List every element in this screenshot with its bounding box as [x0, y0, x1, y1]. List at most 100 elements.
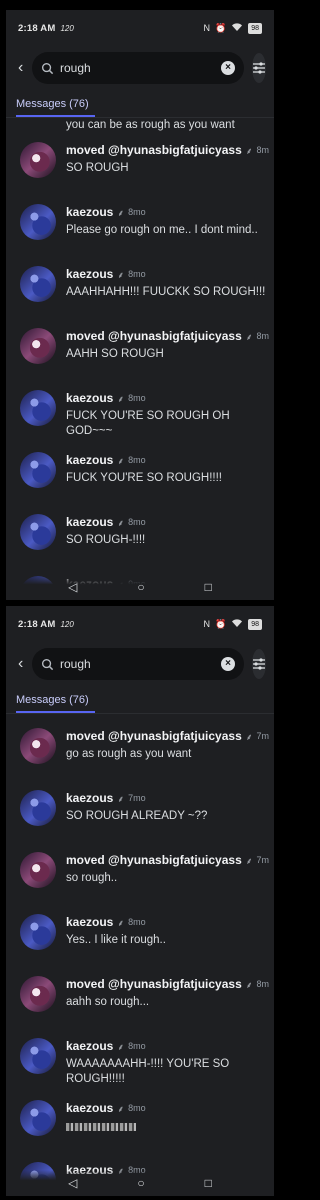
avatar[interactable] — [20, 976, 56, 1012]
avatar[interactable] — [20, 852, 56, 888]
message-timestamp: 8mo — [128, 1041, 146, 1051]
avatar[interactable] — [20, 452, 56, 488]
avatar[interactable] — [20, 790, 56, 826]
message-text: FUCK YOU'RE SO ROUGH OH GOD~~~ — [66, 410, 230, 437]
search-result-message[interactable]: moved @hyunasbigfatjuicyass ⸙ 8m aahh so… — [20, 970, 270, 1032]
search-icon — [41, 62, 54, 74]
user-badge-icon: ⸙ — [117, 455, 125, 466]
avatar[interactable] — [20, 142, 56, 178]
redacted-text — [66, 1123, 136, 1131]
nav-home-icon[interactable]: ○ — [137, 1176, 144, 1190]
back-arrow-icon[interactable]: ‹ — [18, 655, 24, 673]
message-header: moved @hyunasbigfatjuicyass ⸙ 7m — [66, 852, 270, 868]
results-list: moved @hyunasbigfatjuicyass ⸙ 7m go as r… — [6, 714, 274, 1196]
message-text: Please go rough on me.. I dont mind.. — [66, 224, 258, 236]
avatar[interactable] — [20, 1038, 56, 1074]
tab-label: Messages — [16, 98, 67, 110]
search-box[interactable]: × — [32, 648, 244, 680]
user-badge-icon: ⸙ — [117, 917, 125, 928]
message-text: aahh so rough... — [66, 996, 150, 1008]
search-result-message[interactable]: kaezous ⸙ 8mo FUCK YOU'RE SO ROUGH OH GO… — [20, 384, 270, 446]
username[interactable]: kaezous — [66, 1039, 113, 1053]
tab-count: (76) — [69, 98, 89, 110]
username[interactable]: kaezous — [66, 205, 113, 219]
avatar[interactable] — [20, 266, 56, 302]
message-timestamp: 8mo — [128, 917, 146, 927]
message-timestamp: 7mo — [128, 793, 146, 803]
search-result-message[interactable]: moved @hyunasbigfatjuicyass ⸙ 7m so roug… — [20, 846, 270, 908]
screenshot-top: 2:18 AM 120 N ⏰ 98 ‹ × Messa — [6, 10, 274, 600]
search-result-message[interactable]: kaezous ⸙ 7mo SO ROUGH ALREADY ~?? — [20, 784, 270, 846]
tab-messages[interactable]: Messages (76) — [16, 694, 95, 713]
username[interactable]: kaezous — [66, 915, 113, 929]
clear-search-icon[interactable]: × — [221, 657, 235, 671]
username[interactable]: moved @hyunasbigfatjuicyass — [66, 853, 242, 867]
message-text: FUCK YOU'RE SO ROUGH!!!! — [66, 472, 222, 484]
message-header: kaezous ⸙ 8mo — [66, 452, 270, 468]
back-arrow-icon[interactable]: ‹ — [18, 59, 24, 77]
message-body: kaezous ⸙ 8mo FUCK YOU'RE SO ROUGH OH GO… — [66, 390, 270, 446]
nav-home-icon[interactable]: ○ — [137, 580, 144, 594]
search-result-message[interactable]: kaezous ⸙ 8mo AAAHHAHH!!! FUUCKK SO ROUG… — [20, 260, 270, 322]
search-result-message[interactable]: moved @hyunasbigfatjuicyass ⸙ 7m go as r… — [20, 722, 270, 784]
message-body: moved @hyunasbigfatjuicyass ⸙ 8m AAHH SO… — [66, 328, 270, 384]
username[interactable]: kaezous — [66, 515, 113, 529]
avatar[interactable] — [20, 328, 56, 364]
message-body: kaezous ⸙ 8mo Yes.. I like it rough.. — [66, 914, 270, 970]
username[interactable]: kaezous — [66, 791, 113, 805]
avatar[interactable] — [20, 390, 56, 426]
user-badge-icon: ⸙ — [117, 1041, 125, 1052]
clear-search-icon[interactable]: × — [221, 61, 235, 75]
system-nav-bar: ◁ ○ □ — [6, 1170, 274, 1196]
sliders-icon — [253, 62, 265, 74]
filter-button[interactable] — [252, 53, 266, 83]
search-box[interactable]: × — [32, 52, 244, 84]
nav-recents-icon[interactable]: □ — [205, 1176, 212, 1190]
nav-recents-icon[interactable]: □ — [205, 580, 212, 594]
avatar[interactable] — [20, 914, 56, 950]
avatar[interactable] — [20, 728, 56, 764]
status-time: 2:18 AM — [18, 618, 56, 630]
avatar[interactable] — [20, 514, 56, 550]
message-body: kaezous ⸙ 8mo Please go rough on me.. I … — [66, 204, 270, 260]
search-result-message[interactable]: kaezous ⸙ 8mo SO ROUGH-!!!! — [20, 508, 270, 570]
message-text: AAHH SO ROUGH — [66, 348, 164, 360]
avatar[interactable] — [20, 1100, 56, 1136]
search-input[interactable] — [60, 61, 215, 75]
message-header: kaezous ⸙ 8mo — [66, 1100, 270, 1116]
nav-back-icon[interactable]: ◁ — [68, 580, 77, 594]
search-result-message[interactable]: kaezous ⸙ 8mo Please go rough on me.. I … — [20, 198, 270, 260]
tab-messages[interactable]: Messages (76) — [16, 98, 95, 117]
filter-button[interactable] — [252, 649, 266, 679]
partial-message-text: you can be as rough as you want — [66, 119, 235, 131]
message-text: so rough.. — [66, 872, 118, 884]
username[interactable]: kaezous — [66, 391, 113, 405]
nav-back-icon[interactable]: ◁ — [68, 1176, 77, 1190]
search-result-message[interactable]: kaezous ⸙ 8mo Yes.. I like it rough.. — [20, 908, 270, 970]
search-result-message[interactable]: kaezous ⸙ 8mo WAAAAAAAHH-!!!! YOU'RE SO … — [20, 1032, 270, 1094]
username[interactable]: moved @hyunasbigfatjuicyass — [66, 977, 242, 991]
system-icons: N ⏰ 98 — [203, 618, 262, 630]
username[interactable]: moved @hyunasbigfatjuicyass — [66, 329, 242, 343]
avatar[interactable] — [20, 204, 56, 240]
username[interactable]: kaezous — [66, 1101, 113, 1115]
search-input[interactable] — [60, 657, 215, 671]
message-text: SO ROUGH — [66, 162, 129, 174]
message-header: kaezous ⸙ 8mo — [66, 914, 270, 930]
username[interactable]: kaezous — [66, 453, 113, 467]
search-result-message[interactable]: kaezous ⸙ 8mo — [20, 1094, 270, 1156]
partial-message-text — [20, 714, 270, 722]
user-badge-icon: ⸙ — [245, 979, 253, 990]
status-bar: 2:18 AM 120 N ⏰ 98 — [6, 606, 274, 642]
user-badge-icon: ⸙ — [245, 145, 253, 156]
message-text: Yes.. I like it rough.. — [66, 934, 166, 946]
username[interactable]: kaezous — [66, 267, 113, 281]
wifi-icon — [231, 22, 243, 34]
search-result-message[interactable]: moved @hyunasbigfatjuicyass ⸙ 8m SO ROUG… — [20, 136, 270, 198]
message-timestamp: 8mo — [128, 207, 146, 217]
search-result-message[interactable]: kaezous ⸙ 8mo FUCK YOU'RE SO ROUGH!!!! — [20, 446, 270, 508]
username[interactable]: moved @hyunasbigfatjuicyass — [66, 729, 242, 743]
message-body: moved @hyunasbigfatjuicyass ⸙ 8m SO ROUG… — [66, 142, 270, 198]
search-result-message[interactable]: moved @hyunasbigfatjuicyass ⸙ 8m AAHH SO… — [20, 322, 270, 384]
username[interactable]: moved @hyunasbigfatjuicyass — [66, 143, 242, 157]
